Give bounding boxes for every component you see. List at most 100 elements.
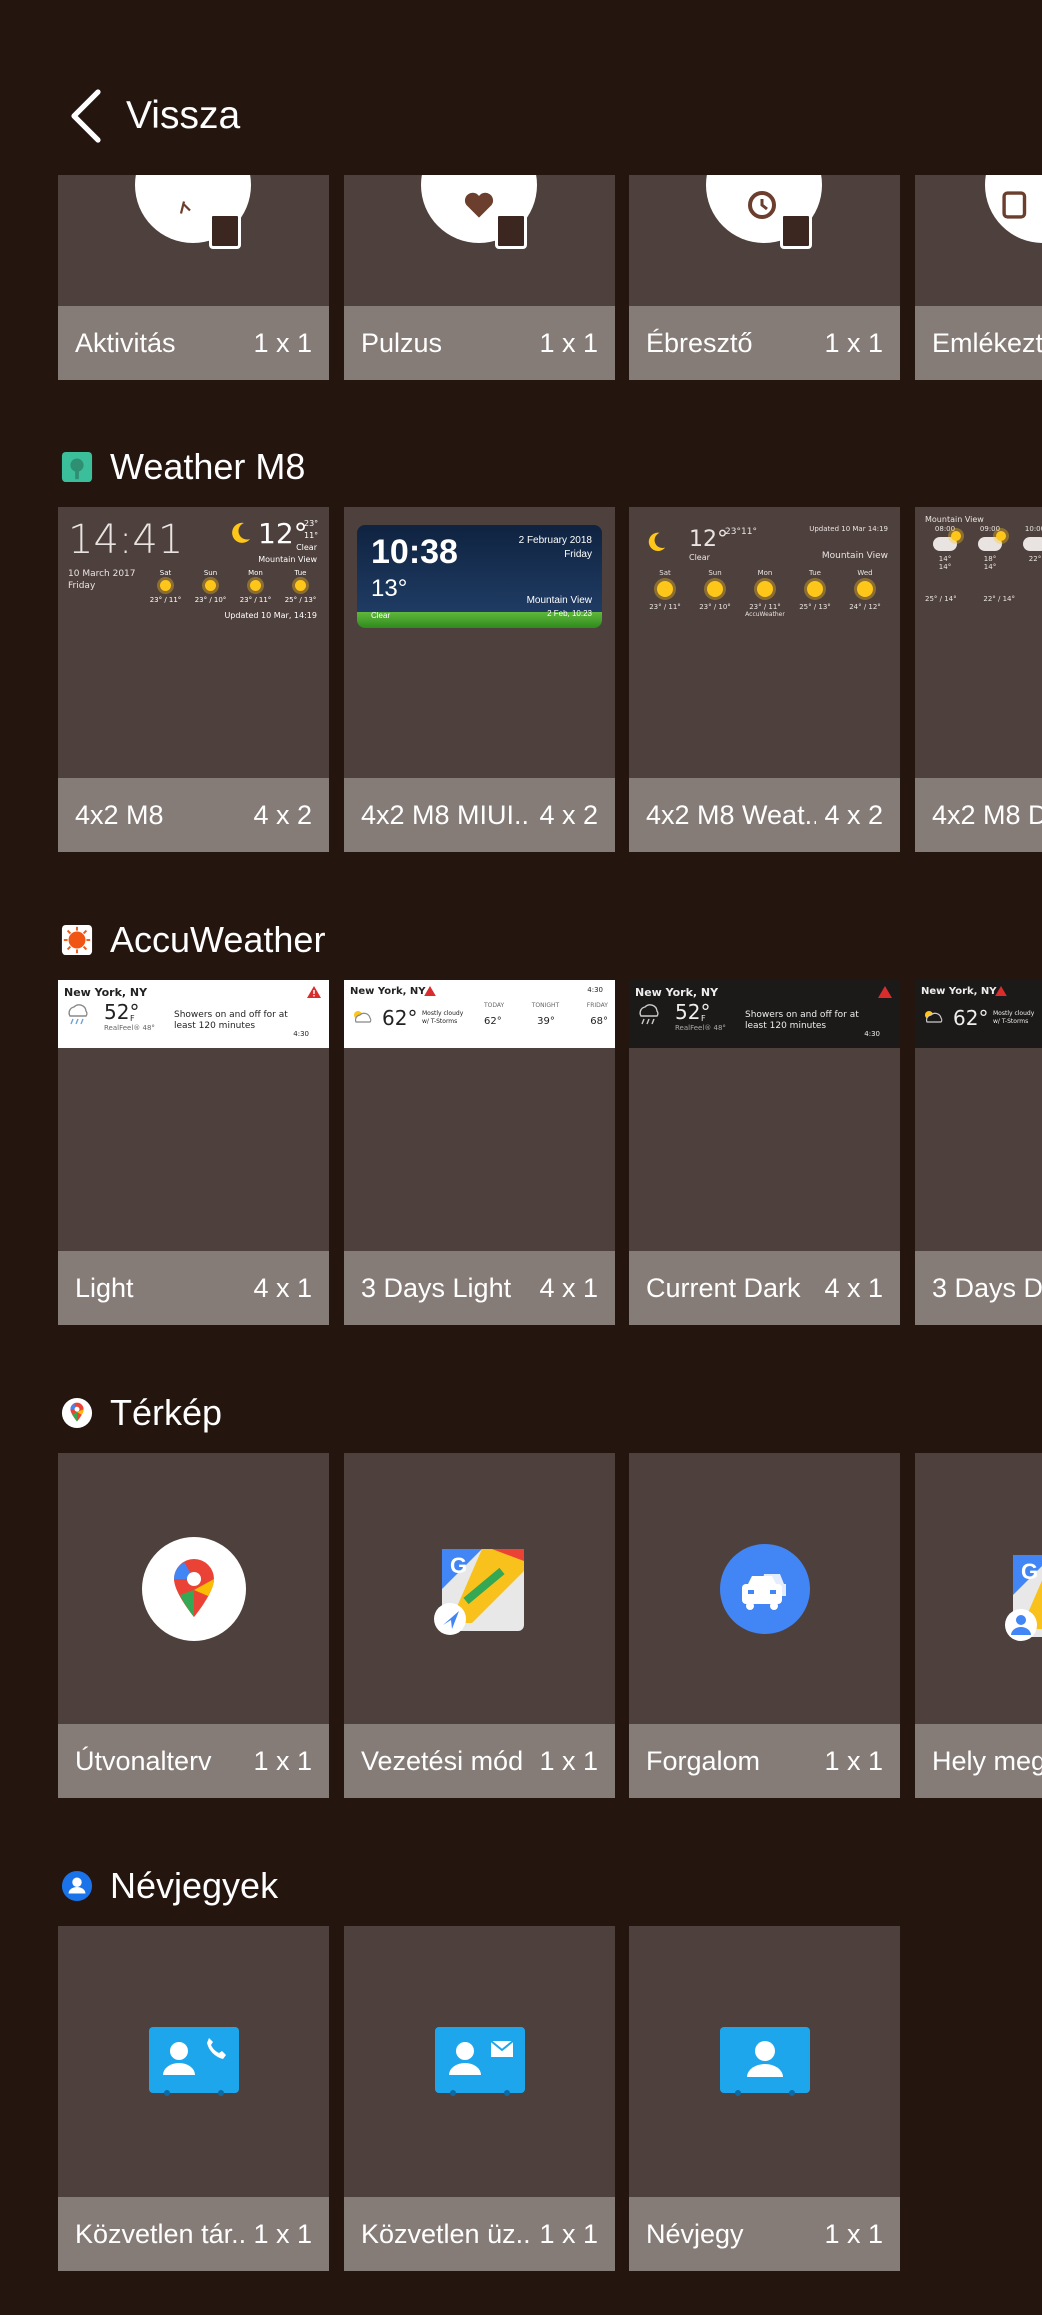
widget-tile-3-days-dark[interactable]: New York, NY 62° Mostly cloudy w/ T-Stor… (915, 980, 1042, 1325)
weather-m8-widget-row[interactable]: 14:41 10 March 2017 Friday 12° 23° 11° C… (58, 507, 1042, 852)
sun-icon (160, 580, 171, 591)
widget-tile-4x2-m8-weather[interactable]: 12° 23° 11° Clear Updated 10 Mar 14:19 M… (629, 507, 900, 852)
widget-tile-3-days-light[interactable]: New York, NY 4:30 62° Mostly cloudy w/ T… (344, 980, 615, 1325)
widget-tile-directions[interactable]: Útvonalterv 1 x 1 (58, 1453, 329, 1798)
widget-tile-current-dark[interactable]: New York, NY 52° F RealFeel® 48° Showers… (629, 980, 900, 1325)
reminder-icon (985, 175, 1042, 243)
widget-tile-traffic[interactable]: Forgalom 1 x 1 (629, 1453, 900, 1798)
widget-tile-pulse[interactable]: Pulzus 1 x 1 (344, 175, 615, 380)
widget-preview: G (915, 1453, 1042, 1724)
cloud-icon (1023, 537, 1042, 551)
accu-forecast: Showers on and off for at least 120 minu… (745, 1010, 859, 1031)
widget-name: Közvetlen üz... (361, 2219, 531, 2249)
accu-unit: F (701, 1014, 706, 1023)
widget-name: Ébresztő (646, 328, 753, 358)
widget-tile-location-share[interactable]: G Hely meg (915, 1453, 1042, 1798)
low-temp: 14° (983, 563, 997, 571)
day-label: Tue (809, 569, 821, 577)
day-label: Sun (708, 569, 722, 577)
widget-tile-4x2-m8-d[interactable]: Mountain View 08:00 14° 14° 09:00 18° 14° 10… (915, 507, 1042, 852)
widget-name: Emlékezt (932, 328, 1042, 358)
widget-tile-direct-dial[interactable]: Közvetlen tár... 1 x 1 (58, 1926, 329, 2271)
preview-day: Friday (564, 549, 592, 560)
widget-size: 4 x 1 (820, 1273, 883, 1304)
widget-preview: 14:41 10 March 2017 Friday 12° 23° 11° C… (58, 507, 329, 778)
cloud-sun-icon (978, 531, 1006, 551)
widget-name: 3 Days Da (932, 1273, 1042, 1303)
forecast-temp: 62° (484, 1016, 502, 1027)
widget-tile-alarm[interactable]: Ébresztő 1 x 1 (629, 175, 900, 380)
day-label: Mon (757, 569, 773, 577)
widget-size: 1 x 1 (535, 2219, 598, 2250)
heart-icon (421, 175, 537, 249)
rain-cloud-icon (68, 1004, 88, 1025)
widget-size: 1 x 1 (249, 328, 312, 359)
widget-label-bar: Hely meg (915, 1724, 1042, 1798)
back-button[interactable]: Vissza (66, 88, 240, 144)
health-widget-row[interactable]: Aktivitás 1 x 1 Pulzus 1 x 1 Ébresztő 1 … (58, 175, 1042, 380)
hour-label: 10:00 (1024, 525, 1042, 533)
widget-name: Névjegy (646, 2219, 744, 2249)
widget-tile-driving-mode[interactable]: G Vezetési mód 1 x 1 (344, 1453, 615, 1798)
widget-label-bar: 4x2 M8 MIUI... 4 x 2 (344, 778, 615, 852)
hour-temp: 18° (983, 555, 997, 563)
widget-label-bar: 3 Days Light 4 x 1 (344, 1251, 615, 1325)
storm-cloud-icon (925, 1011, 943, 1023)
maps-widget-row[interactable]: Útvonalterv 1 x 1 G Vezetési mód 1 x 1 F… (58, 1453, 1042, 1798)
widget-tile-reminder[interactable]: Emlékezt (915, 175, 1042, 380)
accu-unit: F (130, 1014, 135, 1023)
forecast-label: TODAY (484, 1002, 505, 1009)
widget-tile-contact[interactable]: Névjegy 1 x 1 (629, 1926, 900, 2271)
preview-hi: 23° (725, 527, 741, 537)
activity-icon (135, 175, 251, 249)
miui-weather-card: 10:38 2 February 2018 Friday 13° Clear M… (357, 525, 602, 628)
hour-temp: 14° (938, 555, 952, 563)
contacts-app-icon (60, 1869, 94, 1903)
widget-label-bar: Pulzus 1 x 1 (344, 306, 615, 380)
widget-size: 4 x 1 (535, 1273, 598, 1304)
widget-preview (58, 1453, 329, 1724)
forecast-temp: 68° (590, 1016, 608, 1027)
contact-phone-icon (148, 2026, 239, 2096)
sun-icon (807, 581, 823, 597)
preview-date: 10 March 2017 (68, 569, 136, 579)
section-title: AccuWeather (110, 919, 326, 960)
hour-temp: 22° (1028, 555, 1042, 563)
accu-time: 4:30 (864, 1030, 880, 1038)
widget-preview (629, 1926, 900, 2197)
contact-message-icon (434, 2026, 525, 2096)
sun-icon (757, 581, 773, 597)
forecast-temp: 39° (537, 1016, 555, 1027)
preview-cond: Clear (371, 611, 391, 620)
section-header: Weather M8 (60, 437, 305, 497)
day-label: Sat (659, 569, 671, 577)
preview-updated: Updated 10 Mar, 14:19 (224, 611, 317, 620)
accuweather-widget-row[interactable]: New York, NY 52° F RealFeel® 48° Showers… (58, 980, 1042, 1325)
forecast-label: FRIDAY (586, 1002, 608, 1009)
contacts-widget-row[interactable]: Közvetlen tár... 1 x 1 Közvetlen üz... 1… (58, 1926, 1042, 2271)
section-header: AccuWeather (60, 910, 325, 970)
widget-preview (629, 175, 900, 306)
widget-preview: New York, NY 62° Mostly cloudy w/ T-Stor… (915, 980, 1042, 1251)
accu-cond: Mostly cloudy w/ T-Storms (422, 1010, 464, 1025)
navigation-map-icon: G (433, 1548, 524, 1635)
widget-name: Közvetlen tár... (75, 2219, 245, 2249)
maps-app-icon (60, 1396, 94, 1430)
widget-size: 1 x 1 (820, 1746, 883, 1777)
preview-place: Mountain View (258, 555, 317, 564)
accuweather-app-icon (60, 923, 94, 957)
preview-time: 10:38 (371, 533, 458, 571)
day-temp: 23° / 11° (239, 596, 272, 604)
widget-tile-light[interactable]: New York, NY 52° F RealFeel® 48° Showers… (58, 980, 329, 1325)
alert-icon (307, 986, 321, 998)
widget-label-bar: 4x2 M8 Weat... 4 x 2 (629, 778, 900, 852)
widget-tile-4x2-m8[interactable]: 14:41 10 March 2017 Friday 12° 23° 11° C… (58, 507, 329, 852)
accu-city: New York, NY (921, 986, 997, 997)
widget-tile-4x2-m8-miui[interactable]: 10:38 2 February 2018 Friday 13° Clear M… (344, 507, 615, 852)
preview-temp: 13° (371, 575, 408, 602)
widget-size: 1 x 1 (535, 1746, 598, 1777)
widget-tile-direct-message[interactable]: Közvetlen üz... 1 x 1 (344, 1926, 615, 2271)
widget-size: 1 x 1 (249, 1746, 312, 1777)
preview-place: Mountain View (925, 515, 984, 524)
widget-tile-activity[interactable]: Aktivitás 1 x 1 (58, 175, 329, 380)
